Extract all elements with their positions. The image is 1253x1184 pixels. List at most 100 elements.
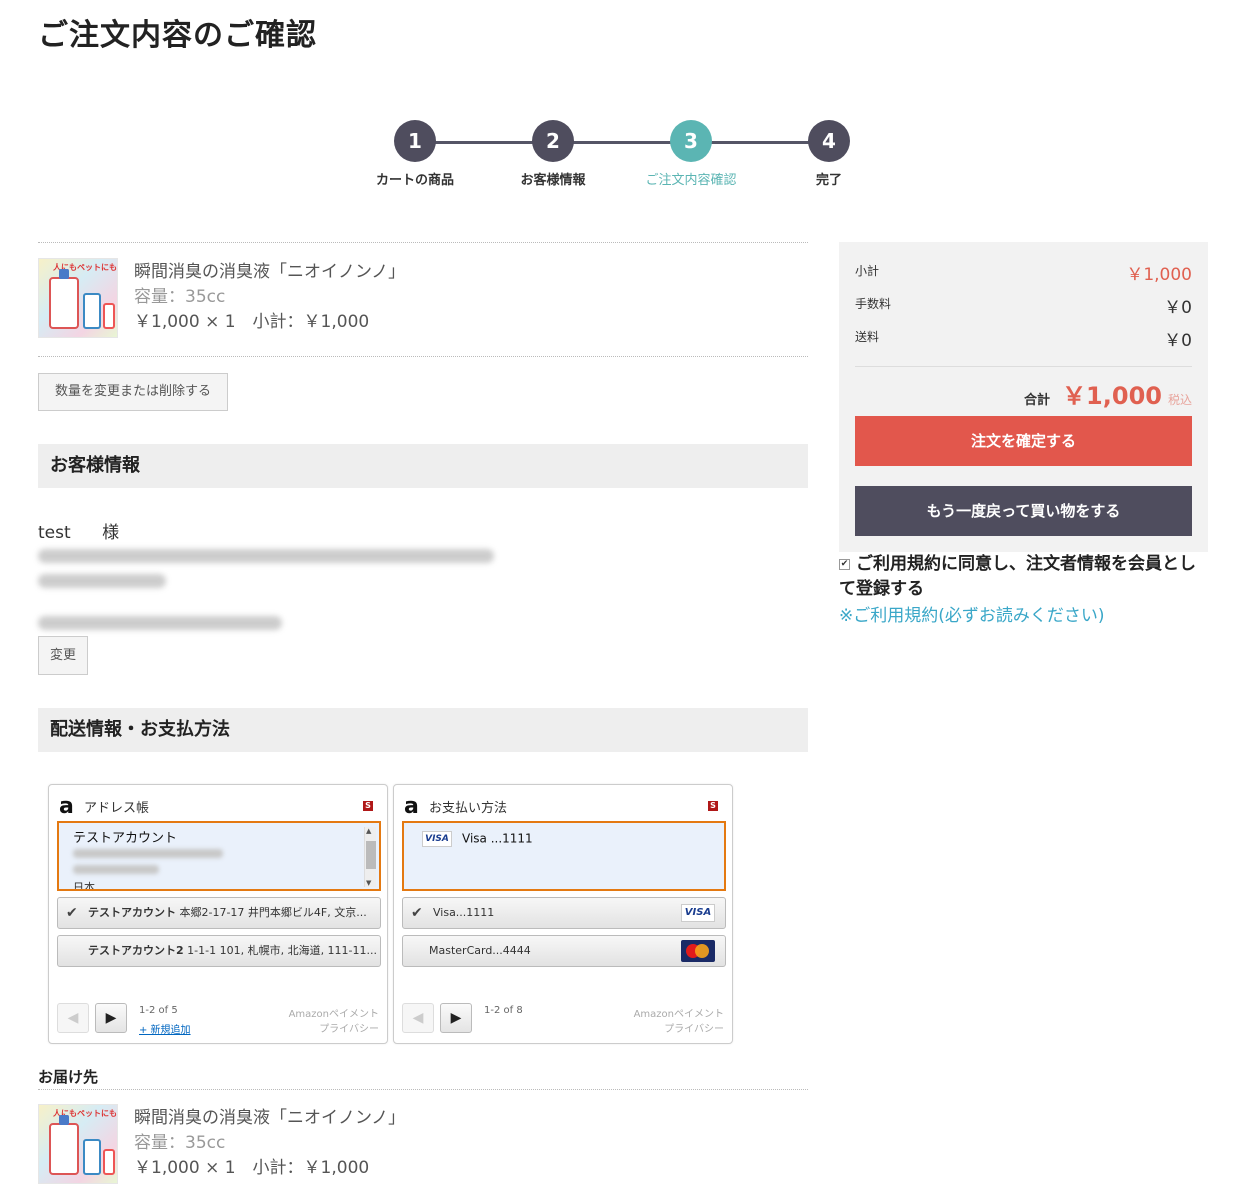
checkout-stepper: 1 カートの商品 2 お客様情報 3 ご注文内容確認 4 完了 — [360, 120, 900, 190]
mastercard-icon — [681, 940, 715, 962]
payment-option-visa[interactable]: ✔ Visa...1111 VISA — [402, 897, 726, 929]
chevron-right-icon: ▶ — [450, 1010, 462, 1026]
customer-name-line: test 様 — [38, 518, 119, 543]
add-address-link[interactable]: + 新規追加 — [139, 1021, 191, 1036]
next-page-button[interactable]: ▶ — [440, 1003, 472, 1033]
bottle-graphic — [49, 1115, 79, 1175]
redacted-address-line — [73, 865, 159, 874]
change-quantity-button[interactable]: 数量を変更または削除する — [38, 373, 228, 411]
bottle-graphic — [103, 1149, 115, 1175]
page-title: ご注文内容のご確認 — [38, 18, 317, 53]
amazon-logo-icon: a — [404, 794, 419, 819]
fee-label: 手数料 — [855, 297, 892, 311]
scroll-down-icon[interactable]: ▼ — [366, 879, 371, 887]
payment-option-text: Visa...1111 — [433, 906, 495, 919]
address-option-name: テストアカウント2 — [88, 944, 184, 957]
product-image[interactable]: 人にもペットにも安心して使える! — [38, 1104, 118, 1184]
redacted-phone — [38, 574, 166, 588]
step-label: カートの商品 — [375, 173, 454, 188]
amazon-logo-icon: a — [59, 794, 74, 819]
address-option-1[interactable]: ✔ テストアカウント 本郷2-17-17 井門本郷ビル4F, 文京... — [57, 897, 381, 929]
step-label: お客様情報 — [520, 173, 586, 188]
step-cart: 1 カートの商品 — [360, 120, 470, 188]
secure-badge-icon: S — [363, 801, 373, 811]
amazon-payment-widget: a お支払い方法 S VISA Visa ...1111 ✔ Visa...111… — [393, 784, 733, 1044]
product-spec: 容量：35cc — [134, 287, 226, 307]
chevron-left-icon: ◀ — [67, 1010, 79, 1026]
bottle-graphic — [83, 1139, 101, 1175]
confirm-order-button[interactable]: 注文を確定する — [855, 416, 1192, 466]
step-number: 1 — [394, 120, 436, 162]
widget-title: a お支払い方法 — [404, 793, 507, 819]
scroll-up-icon[interactable]: ▲ — [366, 827, 371, 835]
scrollbar-thumb[interactable] — [366, 841, 376, 869]
step-number: 3 — [670, 120, 712, 162]
divider — [38, 1089, 808, 1090]
bottle-graphic — [103, 303, 115, 329]
shipping-fee-label: 送料 — [855, 330, 880, 344]
agree-checkbox[interactable]: ✔ — [839, 559, 850, 570]
product-price-line: ￥1,000 × 1 小計：￥1,000 — [134, 1158, 370, 1178]
secure-badge-icon: S — [708, 801, 718, 811]
checkmark-icon: ✔ — [411, 905, 423, 921]
step-label: 完了 — [815, 173, 842, 188]
chevron-right-icon: ▶ — [105, 1010, 117, 1026]
selected-address-name: テストアカウント — [73, 831, 178, 846]
pager-info: 1-2 of 5 — [139, 1005, 178, 1016]
step-number: 2 — [532, 120, 574, 162]
amazon-payments-link[interactable]: Amazonペイメント — [289, 1007, 379, 1022]
bottle-graphic — [49, 269, 79, 329]
subtotal-value: ￥1,000 — [1126, 265, 1192, 285]
total-label: 合計 — [1024, 393, 1051, 408]
amazon-payments-link[interactable]: Amazonペイメント — [634, 1007, 724, 1022]
product-name: 瞬間消臭の消臭液「ニオイノンノ」 — [134, 262, 406, 282]
address-option-2[interactable]: テストアカウント2 1-1-1 101, 札幌市, 北海道, 111-11... — [57, 935, 381, 967]
customer-info-header: お客様情報 — [38, 444, 808, 488]
order-summary-panel: 小計 ￥1,000 手数料 ￥0 送料 ￥0 合計 ￥1,000 税込 注文を確定す… — [839, 242, 1208, 552]
amazon-links: Amazonペイメント プライバシー — [289, 1007, 379, 1037]
change-customer-button[interactable]: 変更 — [38, 636, 88, 675]
payment-option-text: MasterCard...4444 — [429, 944, 531, 957]
prev-page-button[interactable]: ◀ — [57, 1003, 89, 1033]
visa-icon: VISA — [422, 831, 452, 847]
tax-included-note: 税込 — [1167, 393, 1192, 407]
subtotal-row: 小計 ￥1,000 — [855, 262, 1192, 285]
selected-card-text: Visa ...1111 — [462, 831, 533, 846]
selected-address-box[interactable]: テストアカウント 日本 ▲ ▼ — [57, 821, 381, 891]
step-order-confirm: 3 ご注文内容確認 — [636, 120, 746, 188]
product-price-line: ￥1,000 × 1 小計：￥1,000 — [134, 312, 370, 332]
agreement-label: ✔ ご利用規約に同意し、注文者情報を会員として登録する — [839, 552, 1209, 602]
product-name: 瞬間消臭の消臭液「ニオイノンノ」 — [134, 1108, 406, 1128]
divider — [38, 242, 808, 243]
redacted-address — [38, 549, 494, 563]
product-image[interactable]: 人にもペットにも安心して使える! — [38, 258, 118, 338]
continue-shopping-button[interactable]: もう一度戻って買い物をする — [855, 486, 1192, 536]
step-number: 4 — [808, 120, 850, 162]
delivery-payment-header: 配送情報・お支払方法 — [38, 708, 808, 752]
widget-title-text: アドレス帳 — [84, 801, 150, 816]
visa-icon: VISA — [681, 904, 715, 922]
total-row: 合計 ￥1,000 税込 — [1024, 376, 1192, 411]
shipping-fee-value: ￥0 — [1164, 331, 1192, 351]
bottle-graphic — [83, 293, 101, 329]
next-page-button[interactable]: ▶ — [95, 1003, 127, 1033]
payment-option-mastercard[interactable]: MasterCard...4444 — [402, 935, 726, 967]
terms-link[interactable]: ※ご利用規約(必ずお読みください) — [839, 601, 1105, 626]
step-customer-info: 2 お客様情報 — [498, 120, 608, 188]
selected-address-country: 日本 — [73, 881, 95, 891]
privacy-link[interactable]: プライバシー — [634, 1022, 724, 1037]
redacted-email — [38, 616, 282, 630]
amazon-links: Amazonペイメント プライバシー — [634, 1007, 724, 1037]
agreement-text: ご利用規約に同意し、注文者情報を会員として登録する — [839, 554, 1196, 599]
prev-page-button[interactable]: ◀ — [402, 1003, 434, 1033]
product-spec: 容量：35cc — [134, 1133, 226, 1153]
shipping-item: 人にもペットにも安心して使える! 瞬間消臭の消臭液「ニオイノンノ」 容量：35c… — [38, 1104, 808, 1184]
privacy-link[interactable]: プライバシー — [289, 1022, 379, 1037]
amazon-address-book-widget: a アドレス帳 S テストアカウント 日本 ▲ ▼ ✔ テストアカウント 本郷2… — [48, 784, 388, 1044]
divider — [855, 366, 1192, 367]
address-scrollbar[interactable]: ▲ ▼ — [364, 827, 376, 887]
chevron-left-icon: ◀ — [412, 1010, 424, 1026]
selected-payment-box[interactable]: VISA Visa ...1111 — [402, 821, 726, 891]
step-label: ご注文内容確認 — [645, 173, 737, 188]
pager-info: 1-2 of 8 — [484, 1005, 523, 1016]
